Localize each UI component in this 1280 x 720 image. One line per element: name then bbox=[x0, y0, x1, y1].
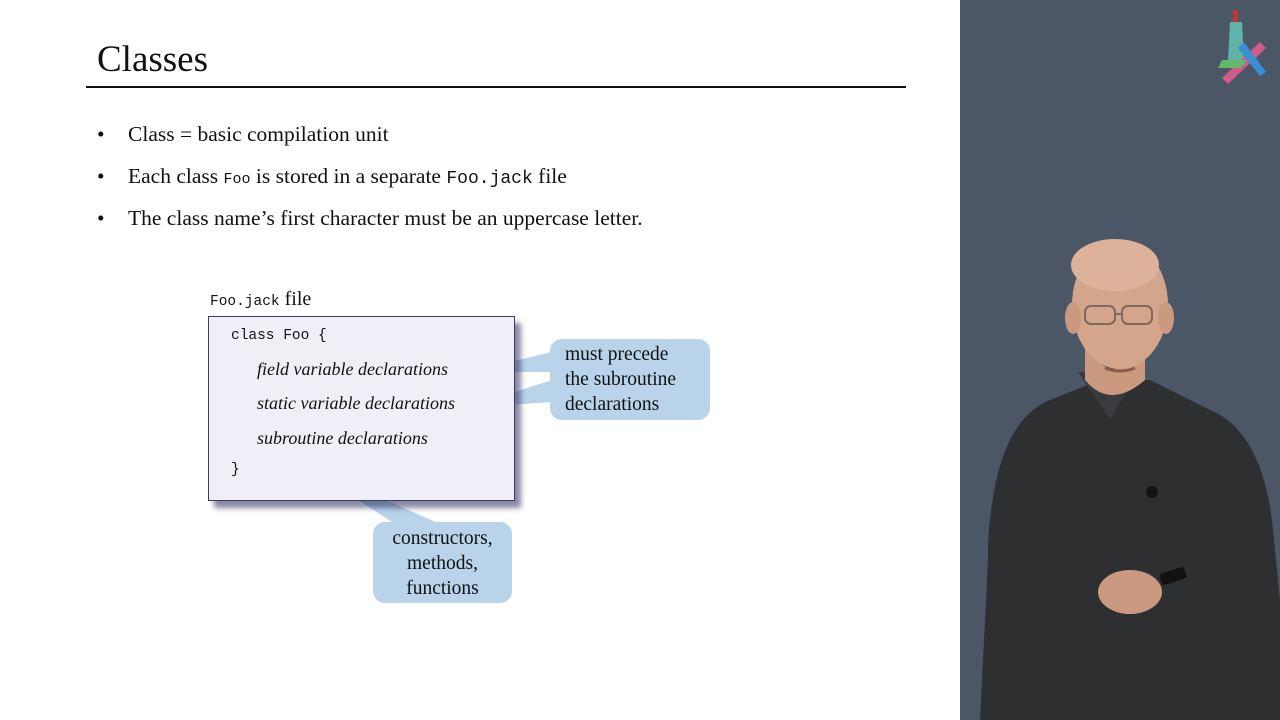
course-logo-icon bbox=[1218, 10, 1266, 84]
slide-title: Classes bbox=[97, 39, 208, 80]
bullet-text: Class = basic compilation unit bbox=[128, 122, 389, 146]
bullet-item: • The class name’s first character must … bbox=[97, 202, 643, 244]
callout-line: methods, bbox=[407, 553, 478, 574]
bullet-dot: • bbox=[97, 206, 105, 230]
bullet-text: file bbox=[532, 164, 567, 188]
code-file-name: Foo.jack bbox=[446, 169, 533, 189]
bullet-text: is stored in a separate bbox=[250, 164, 447, 188]
code-static-line: static variable declarations bbox=[257, 393, 455, 413]
callout-line: declarations bbox=[565, 394, 660, 415]
bullet-item: • Each class Foo is stored in a separate… bbox=[97, 160, 643, 202]
bullet-list: • Class = basic compilation unit • Each … bbox=[97, 118, 643, 244]
file-label: Foo.jack file bbox=[210, 288, 311, 311]
file-label-text: file bbox=[279, 288, 312, 310]
code-class-close: } bbox=[231, 462, 240, 478]
callout-line: must precede bbox=[565, 344, 669, 365]
code-class-open: class Foo { bbox=[231, 328, 327, 344]
slide: Classes • Class = basic compilation unit… bbox=[0, 0, 960, 720]
code-class-name: Foo bbox=[223, 171, 251, 188]
title-divider bbox=[86, 86, 906, 88]
bullet-dot: • bbox=[97, 122, 105, 146]
callout-line: the subroutine bbox=[565, 369, 677, 390]
bullet-text: The class name’s first character must be… bbox=[128, 206, 643, 230]
callout-subroutine-kinds: constructors, methods, functions bbox=[373, 522, 512, 603]
callout-line: constructors, bbox=[392, 528, 493, 549]
code-box: class Foo { field variable declarations … bbox=[208, 316, 515, 501]
callout-must-precede: must precede the subroutine declarations bbox=[550, 339, 710, 420]
code-subroutine-line: subroutine declarations bbox=[257, 428, 428, 448]
bullet-item: • Class = basic compilation unit bbox=[97, 118, 643, 160]
presenter-video-panel bbox=[960, 0, 1280, 720]
callout-line: functions bbox=[406, 578, 479, 599]
bullet-dot: • bbox=[97, 164, 105, 188]
file-label-code: Foo.jack bbox=[210, 294, 280, 310]
code-field-line: field variable declarations bbox=[257, 359, 448, 379]
presenter-image bbox=[980, 10, 1280, 720]
bullet-text: Each class bbox=[128, 164, 224, 188]
